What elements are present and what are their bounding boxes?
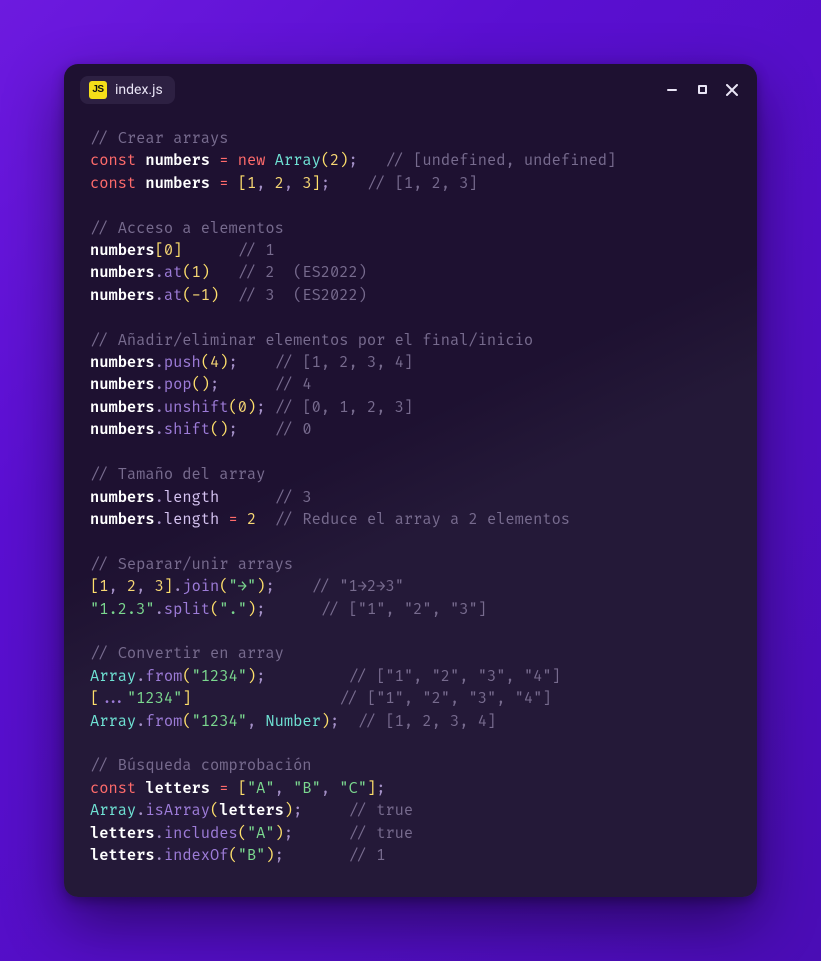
comment: // Añadir/eliminar elementos por el fina… [90,331,533,350]
maximize-icon[interactable] [695,83,709,97]
class-name: Number [265,712,320,731]
window-controls [665,83,745,97]
comment: // Separar/unir arrays [90,555,293,574]
keyword: new [238,151,266,170]
comment: // Crear arrays [90,129,228,148]
titlebar: JS index.js [64,64,757,108]
keyword: const [90,151,136,170]
method: push [164,353,201,372]
comment: // [undefined, undefined] [385,151,616,170]
code-area: // Crear arrays const numbers = new Arra… [64,108,757,867]
identifier: letters [145,779,210,798]
comment: // Búsqueda comprobación [90,756,312,775]
comment: // Tamaño del array [90,465,265,484]
identifier: numbers [145,151,210,170]
operator: = [219,151,228,170]
comment: // Convertir en array [90,644,284,663]
file-tab[interactable]: JS index.js [80,76,175,104]
class-name: Array [275,151,321,170]
js-icon: JS [89,81,107,99]
method: at [164,263,182,282]
filename-label: index.js [115,82,163,98]
editor-window: JS index.js // Crear arrays const number… [64,64,757,897]
string: "→" [229,577,257,596]
minimize-icon[interactable] [665,83,679,97]
close-icon[interactable] [725,83,739,97]
property: length [164,488,219,507]
number: 2 [330,151,339,170]
comment: // Acceso a elementos [90,219,284,238]
